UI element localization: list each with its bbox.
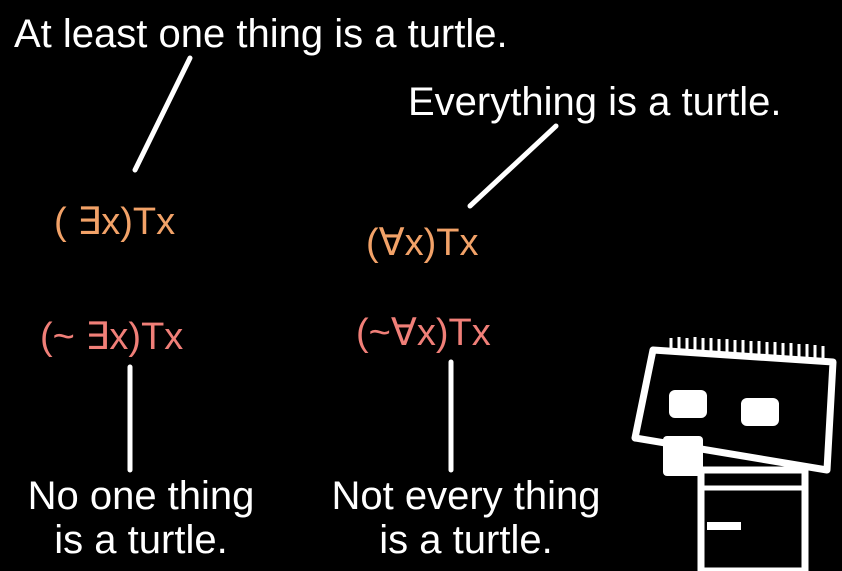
caption-not-exists-line2: is a turtle. [54, 518, 228, 562]
robot-character-icon [631, 337, 837, 571]
caption-not-exists: No one thing is a turtle. [0, 474, 282, 562]
caption-not-exists-line1: No one thing [27, 474, 255, 518]
formula-exists: ( ∃x)Tx [54, 201, 176, 243]
caption-not-forall-line2: is a turtle. [379, 518, 553, 562]
caption-not-forall: Not every thing is a turtle. [310, 474, 622, 562]
caption-exists: At least one thing is a turtle. [14, 12, 508, 56]
connector-exists [132, 55, 193, 173]
caption-forall: Everything is a turtle. [408, 80, 782, 124]
formula-not-exists: (~ ∃x)Tx [40, 316, 184, 358]
formula-forall: (∀x)Tx [366, 222, 479, 264]
connector-forall [467, 123, 559, 209]
caption-not-forall-line1: Not every thing [331, 474, 601, 518]
formula-not-forall: (~∀x)Tx [356, 312, 491, 354]
